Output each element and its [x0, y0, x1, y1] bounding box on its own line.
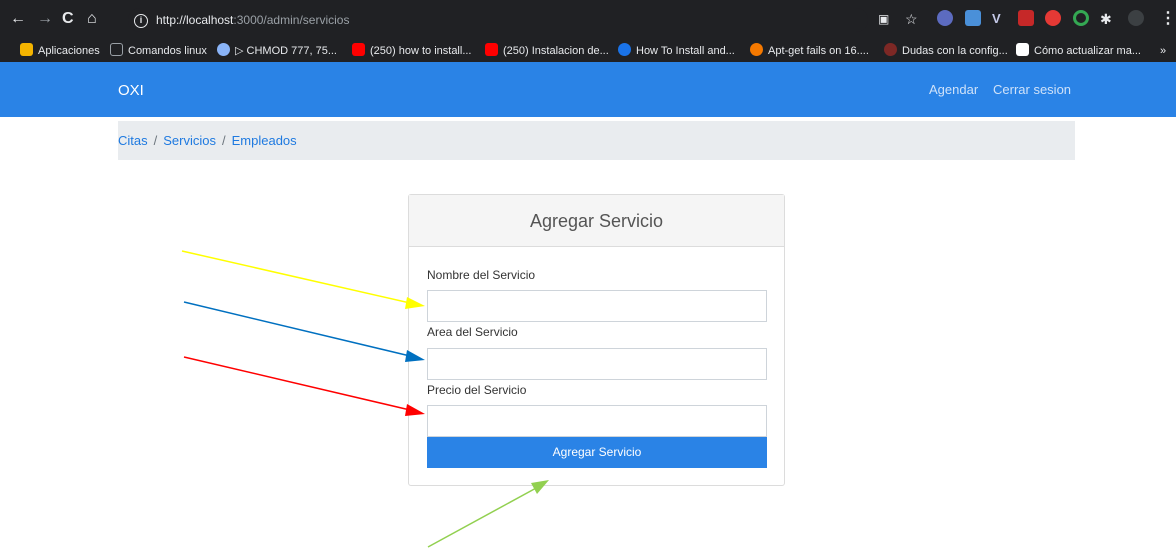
green-arrow-icon — [427, 480, 549, 548]
blue-arrow-icon — [183, 301, 425, 362]
yellow-arrow-icon — [181, 250, 425, 309]
annotation-arrows — [181, 250, 549, 548]
red-arrow-icon — [183, 356, 425, 416]
